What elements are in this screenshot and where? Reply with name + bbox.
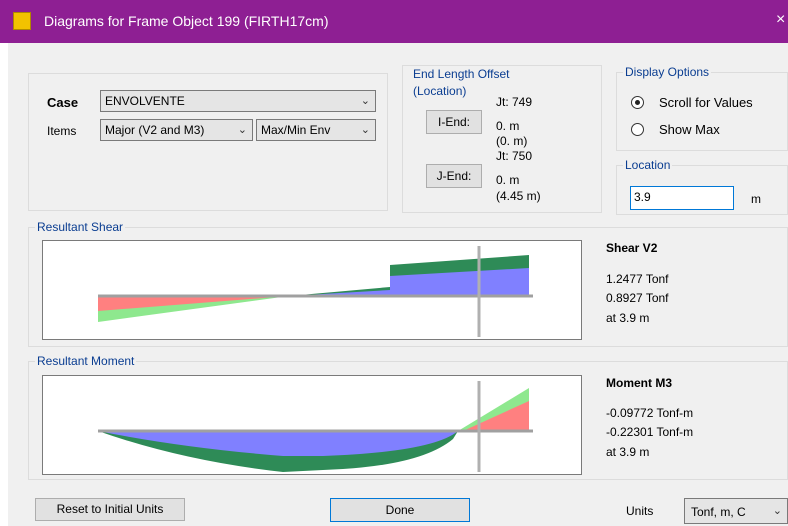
done-button[interactable]: Done [330,498,470,522]
location-title: Location [625,158,671,172]
envelope-select[interactable]: Max/Min Env ⌄ [256,119,376,141]
i-end-offset: 0. m [496,119,520,133]
i-end-joint: Jt: 749 [496,95,533,109]
moment-diagram-svg [98,381,533,472]
envelope-select-value: Max/Min Env [261,123,331,137]
units-label: Units [626,504,654,518]
shear-min-value: 0.8927 Tonf [606,291,669,305]
moment-min-value: -0.22301 Tonf-m [606,425,694,439]
case-select-value: ENVOLVENTE [105,94,185,108]
scroll-radio[interactable] [631,96,644,109]
shear-at-location: at 3.9 m [606,311,650,325]
items-select-value: Major (V2 and M3) [105,123,205,137]
j-end-button[interactable]: J-End: [426,164,482,188]
reset-units-button[interactable]: Reset to Initial Units [35,498,185,521]
location-unit: m [751,192,761,206]
shear-group-title: Resultant Shear [37,220,124,234]
chevron-down-icon: ⌄ [237,124,247,136]
window-title: Diagrams for Frame Object 199 (FIRTH17cm… [44,13,329,29]
scroll-radio-label[interactable]: Scroll for Values [659,95,753,110]
moment-group-title: Resultant Moment [37,354,135,368]
show-max-radio[interactable] [631,123,644,136]
case-label: Case [47,95,79,110]
chevron-down-icon: ⌄ [360,95,370,107]
moment-at-location: at 3.9 m [606,445,650,459]
items-label: Items [47,124,77,138]
dialog-body: Case ENVOLVENTE ⌄ Items Major (V2 and M3… [8,43,788,526]
app-icon [13,12,31,30]
i-end-location: (0. m) [496,134,528,148]
moment-max-value: -0.09772 Tonf-m [606,406,694,420]
close-icon[interactable]: × [776,11,785,29]
show-max-radio-label[interactable]: Show Max [659,122,720,137]
shear-heading: Shear V2 [606,241,658,255]
display-options-title: Display Options [625,65,710,79]
shear-max-value: 1.2477 Tonf [606,272,669,286]
location-input[interactable]: 3.9 [630,186,734,210]
moment-heading: Moment M3 [606,376,672,390]
shear-diagram-svg [98,246,533,337]
j-end-joint: Jt: 750 [496,149,533,163]
shear-diagram[interactable] [42,240,582,340]
title-bar[interactable]: Diagrams for Frame Object 199 (FIRTH17cm… [0,0,788,43]
units-select-value: Tonf, m, C [691,505,746,519]
units-select[interactable]: Tonf, m, C ⌄ [684,498,788,524]
j-end-location: (4.45 m) [496,189,541,203]
moment-diagram[interactable] [42,375,582,475]
items-select[interactable]: Major (V2 and M3) ⌄ [100,119,253,141]
chevron-down-icon: ⌄ [772,505,782,517]
case-select[interactable]: ENVOLVENTE ⌄ [100,90,376,112]
i-end-button[interactable]: I-End: [426,110,482,134]
chevron-down-icon: ⌄ [360,124,370,136]
j-end-offset: 0. m [496,173,520,187]
